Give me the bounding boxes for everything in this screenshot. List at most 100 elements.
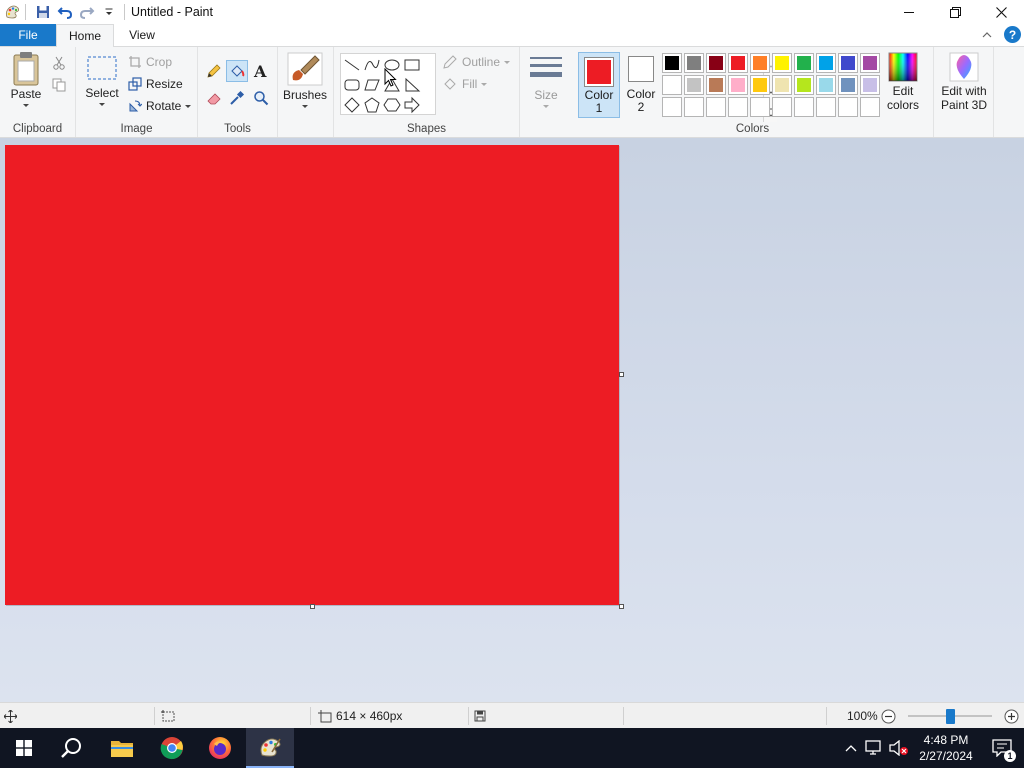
tab-home[interactable]: Home — [56, 24, 114, 47]
palette-swatch[interactable] — [794, 97, 814, 117]
drawing-canvas[interactable] — [5, 145, 619, 605]
palette-swatch[interactable] — [728, 53, 748, 73]
palette-swatch[interactable] — [838, 53, 858, 73]
minimize-button[interactable] — [886, 0, 932, 24]
cut-icon[interactable] — [48, 52, 70, 74]
palette-swatch[interactable] — [662, 75, 682, 95]
customize-toolbar-icon[interactable] — [98, 1, 120, 23]
resize-handle-right[interactable] — [619, 372, 624, 377]
palette-swatch[interactable] — [750, 97, 770, 117]
palette-swatch[interactable] — [684, 53, 704, 73]
undo-icon[interactable] — [54, 1, 76, 23]
separator — [25, 4, 26, 20]
right-triangle-shape-icon[interactable] — [402, 75, 422, 95]
copy-icon[interactable] — [48, 74, 70, 96]
edit-colors-button[interactable]: Edit colors — [884, 52, 922, 112]
network-button[interactable] — [862, 728, 886, 768]
start-button[interactable] — [0, 728, 48, 768]
palette-swatch[interactable] — [838, 75, 858, 95]
paint-app-icon[interactable] — [1, 1, 23, 23]
zoom-out-button[interactable] — [881, 703, 896, 729]
text-icon[interactable]: A — [250, 60, 272, 82]
rounded-rectangle-shape-icon[interactable] — [342, 75, 362, 95]
rectangle-shape-icon[interactable] — [402, 55, 422, 75]
tab-view[interactable]: View — [114, 24, 170, 46]
zoom-slider-thumb[interactable] — [946, 709, 955, 724]
palette-swatch[interactable] — [662, 53, 682, 73]
collapse-ribbon-icon[interactable] — [980, 28, 994, 42]
volume-button[interactable] — [886, 728, 912, 768]
tab-file[interactable]: File — [0, 24, 56, 46]
palette-swatch[interactable] — [772, 53, 792, 73]
palette-swatch[interactable] — [750, 53, 770, 73]
select-button[interactable]: Select — [82, 55, 122, 106]
palette-swatch[interactable] — [684, 97, 704, 117]
palette-swatch[interactable] — [706, 75, 726, 95]
palette-swatch[interactable] — [816, 53, 836, 73]
palette-swatch[interactable] — [772, 97, 792, 117]
polygon-shape-icon[interactable] — [362, 75, 382, 95]
right-arrow-shape-icon[interactable] — [402, 95, 422, 115]
rotate-button[interactable]: Rotate — [128, 96, 192, 116]
color-1-swatch — [584, 57, 614, 87]
hexagon-shape-icon[interactable] — [382, 95, 402, 115]
resize-handle-bottom[interactable] — [310, 604, 315, 609]
maximize-button[interactable] — [932, 0, 978, 24]
file-explorer-button[interactable] — [98, 728, 146, 768]
canvas-workspace[interactable] — [0, 138, 1024, 702]
date-text: 2/27/2024 — [919, 749, 973, 763]
separator — [154, 707, 155, 725]
resize-handle-corner[interactable] — [619, 604, 624, 609]
palette-swatch[interactable] — [662, 97, 682, 117]
palette-swatch[interactable] — [816, 97, 836, 117]
palette-swatch[interactable] — [728, 75, 748, 95]
firefox-button[interactable] — [196, 728, 244, 768]
close-button[interactable] — [978, 0, 1024, 24]
palette-swatch[interactable] — [750, 75, 770, 95]
help-icon[interactable]: ? — [1004, 26, 1021, 43]
line-shape-icon[interactable] — [342, 55, 362, 75]
fill-icon — [444, 78, 456, 90]
outline-button[interactable]: Outline — [442, 52, 511, 72]
palette-swatch[interactable] — [860, 53, 880, 73]
brushes-button[interactable]: Brushes — [283, 52, 327, 108]
search-button[interactable] — [48, 728, 96, 768]
color-2-number: 2 — [637, 100, 645, 114]
palette-swatch[interactable] — [706, 97, 726, 117]
palette-swatch[interactable] — [684, 75, 704, 95]
save-icon[interactable] — [32, 1, 54, 23]
paste-button[interactable]: Paste — [6, 51, 46, 107]
palette-swatch[interactable] — [794, 53, 814, 73]
color-picker-icon[interactable] — [226, 87, 248, 109]
notification-count: 1 — [1004, 750, 1016, 762]
palette-swatch[interactable] — [816, 75, 836, 95]
resize-button[interactable]: Resize — [128, 74, 183, 94]
magnifier-icon[interactable] — [250, 87, 272, 109]
color-2-button[interactable]: Color 2 — [622, 52, 660, 118]
clock[interactable]: 4:48 PM 2/27/2024 — [912, 732, 980, 764]
size-button[interactable]: Size — [528, 55, 564, 108]
show-hidden-icons-button[interactable] — [840, 728, 862, 768]
notifications-button[interactable]: 1 — [980, 728, 1024, 768]
palette-swatch[interactable] — [772, 75, 792, 95]
palette-swatch[interactable] — [860, 75, 880, 95]
paint-taskbar-button[interactable] — [246, 728, 294, 768]
zoom-in-button[interactable] — [1004, 703, 1019, 729]
palette-swatch[interactable] — [728, 97, 748, 117]
diamond-shape-icon[interactable] — [342, 95, 362, 115]
palette-swatch[interactable] — [794, 75, 814, 95]
color-1-button[interactable]: Color 1 — [578, 52, 620, 118]
pentagon-shape-icon[interactable] — [362, 95, 382, 115]
redo-icon[interactable] — [76, 1, 98, 23]
eraser-icon[interactable] — [203, 87, 225, 109]
crop-button[interactable]: Crop — [128, 52, 172, 72]
palette-swatch[interactable] — [706, 53, 726, 73]
fill-button[interactable]: Fill — [442, 74, 488, 94]
pencil-icon[interactable] — [203, 60, 225, 82]
fill-bucket-icon[interactable] — [226, 60, 248, 82]
palette-swatch[interactable] — [838, 97, 858, 117]
curve-shape-icon[interactable] — [362, 55, 382, 75]
chrome-button[interactable] — [148, 728, 196, 768]
edit-with-paint-3d-button[interactable]: Edit with Paint 3D — [936, 52, 992, 112]
palette-swatch[interactable] — [860, 97, 880, 117]
